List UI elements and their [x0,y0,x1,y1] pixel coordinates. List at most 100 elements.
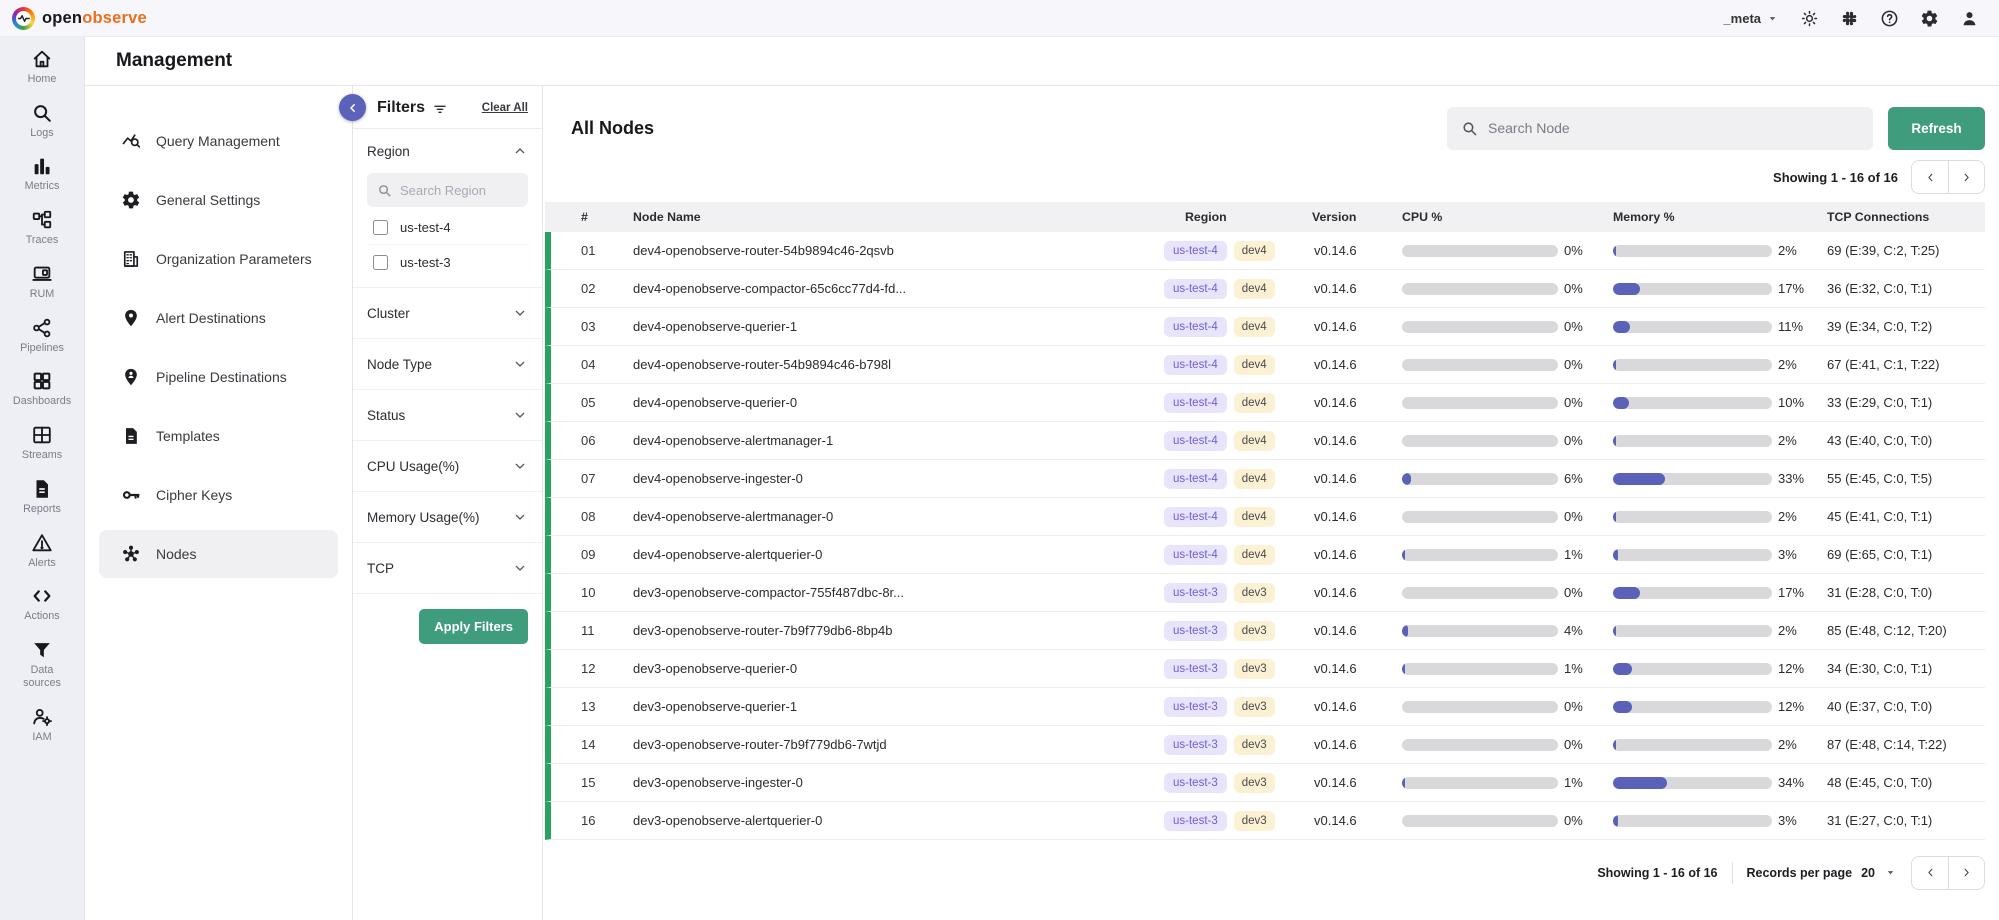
memory-usage-cell: 2% [1613,623,1827,638]
refresh-button[interactable]: Refresh [1888,107,1985,150]
cpu-usage-cell: 0% [1402,585,1613,600]
menu-item-alert-destinations[interactable]: Alert Destinations [99,294,338,342]
filter-option-row[interactable]: us-test-4 [367,211,528,245]
row-badges: us-test-4 dev4 [1160,393,1312,413]
gear-icon [121,190,141,210]
region-search-input[interactable]: Search Region [367,173,528,207]
table-row: 08 dev4-openobserve-alertmanager-0 us-te… [545,498,1985,536]
settings-icon[interactable] [1920,9,1939,28]
memory-percent: 17% [1778,585,1804,600]
env-badge: dev3 [1234,811,1275,831]
filter-section-header[interactable]: Status [367,390,528,440]
memory-usage-cell: 2% [1613,357,1827,372]
metrics-icon [31,155,53,177]
apply-filters-button[interactable]: Apply Filters [419,609,528,644]
memory-percent: 2% [1778,623,1797,638]
col-node-name: Node Name [621,210,1160,224]
cpu-bar [1402,815,1558,827]
node-search-input[interactable]: Search Node [1447,107,1873,150]
memory-percent: 11% [1778,319,1803,334]
alerts-icon [31,532,53,554]
filter-section: Node Type [353,339,542,390]
prev-page-button[interactable] [1912,161,1948,193]
menu-item-cipher-keys[interactable]: Cipher Keys [99,471,338,519]
tcp-connections: 69 (E:39, C:2, T:25) [1827,243,1985,258]
profile-icon[interactable] [1960,9,1979,28]
checkbox[interactable] [373,255,388,270]
cpu-percent: 0% [1564,509,1583,524]
sidebar-item-dashboards[interactable]: Dashboards [0,370,84,408]
tcp-connections: 85 (E:48, C:12, T:20) [1827,623,1985,638]
sidebar-item-logs[interactable]: Logs [0,102,84,140]
sidebar-item-metrics[interactable]: Metrics [0,155,84,193]
menu-item-general-settings[interactable]: General Settings [99,176,338,224]
next-page-button[interactable] [1948,161,1984,193]
col-memory: Memory % [1613,210,1827,224]
cpu-usage-cell: 0% [1402,395,1613,410]
menu-item-nodes[interactable]: Nodes [99,530,338,578]
region-badge: us-test-3 [1164,583,1227,603]
row-badges: us-test-4 dev4 [1160,469,1312,489]
cpu-bar [1402,663,1558,675]
sidebar-item-data-sources[interactable]: Data sources [0,639,84,689]
filter-section-header[interactable]: Node Type [367,339,528,389]
cpu-percent: 0% [1564,585,1583,600]
node-name: dev4-openobserve-querier-1 [621,319,1160,334]
menu-item-organization-parameters[interactable]: Organization Parameters [99,235,338,283]
query-management-icon [121,131,141,151]
prev-page-button[interactable] [1912,857,1948,889]
filters-title: Filters [377,99,425,117]
help-icon[interactable] [1880,9,1899,28]
cpu-usage-cell: 0% [1402,433,1613,448]
checkbox[interactable] [373,220,388,235]
cpu-usage-cell: 0% [1402,813,1613,828]
filter-section-header[interactable]: Memory Usage(%) [367,492,528,542]
sidebar-item-iam[interactable]: IAM [0,706,84,744]
records-per-page-value: 20 [1861,866,1875,880]
sidebar-item-streams[interactable]: Streams [0,424,84,462]
memory-usage-cell: 2% [1613,509,1827,524]
collapse-filters-button[interactable] [339,94,366,121]
row-number: 09 [551,547,621,562]
env-badge: dev4 [1234,545,1275,565]
next-page-button[interactable] [1948,857,1984,889]
region-badge: us-test-3 [1164,811,1227,831]
filter-section-header[interactable]: Cluster [367,288,528,338]
records-per-page-select[interactable]: Records per page 20 [1747,866,1898,880]
menu-item-query-management[interactable]: Query Management [99,117,338,165]
openobserve-logo[interactable]: openobserve [12,7,147,30]
sidebar-item-reports[interactable]: Reports [0,478,84,516]
clear-all-link[interactable]: Clear All [482,102,528,114]
organization-selector[interactable]: _meta [1723,11,1779,26]
theme-light-icon[interactable] [1800,9,1819,28]
slack-icon[interactable] [1840,9,1859,28]
memory-usage-cell: 11% [1613,319,1827,334]
sidebar-item-actions[interactable]: Actions [0,585,84,623]
table-row: 15 dev3-openobserve-ingester-0 us-test-3… [545,764,1985,802]
sidebar-item-traces[interactable]: Traces [0,209,84,247]
sidebar-item-rum[interactable]: RUM [0,263,84,301]
filter-section-header[interactable]: CPU Usage(%) [367,441,528,491]
cpu-bar [1402,587,1558,599]
cpu-bar [1402,245,1558,257]
filter-section-header[interactable]: TCP [367,543,528,593]
reports-icon [31,478,53,500]
node-name: dev3-openobserve-router-7b9f779db6-7wtjd [621,737,1160,752]
chevron-right-icon [1960,866,1973,879]
region-badge: us-test-4 [1164,469,1227,489]
env-badge: dev4 [1234,393,1275,413]
region-section-header[interactable]: Region [367,129,528,173]
cpu-usage-cell: 1% [1402,547,1613,562]
memory-bar [1613,511,1772,523]
env-badge: dev4 [1234,317,1275,337]
cpu-percent: 0% [1564,319,1583,334]
menu-item-pipeline-destinations[interactable]: Pipeline Destinations [99,353,338,401]
sidebar-item-home[interactable]: Home [0,48,84,86]
menu-item-templates[interactable]: Templates [99,412,338,460]
env-badge: dev4 [1234,431,1275,451]
table-row: 13 dev3-openobserve-querier-1 us-test-3 … [545,688,1985,726]
table-row: 01 dev4-openobserve-router-54b9894c46-2q… [545,232,1985,270]
filter-option-row[interactable]: us-test-3 [367,245,528,279]
sidebar-item-alerts[interactable]: Alerts [0,532,84,570]
sidebar-item-pipelines[interactable]: Pipelines [0,317,84,355]
